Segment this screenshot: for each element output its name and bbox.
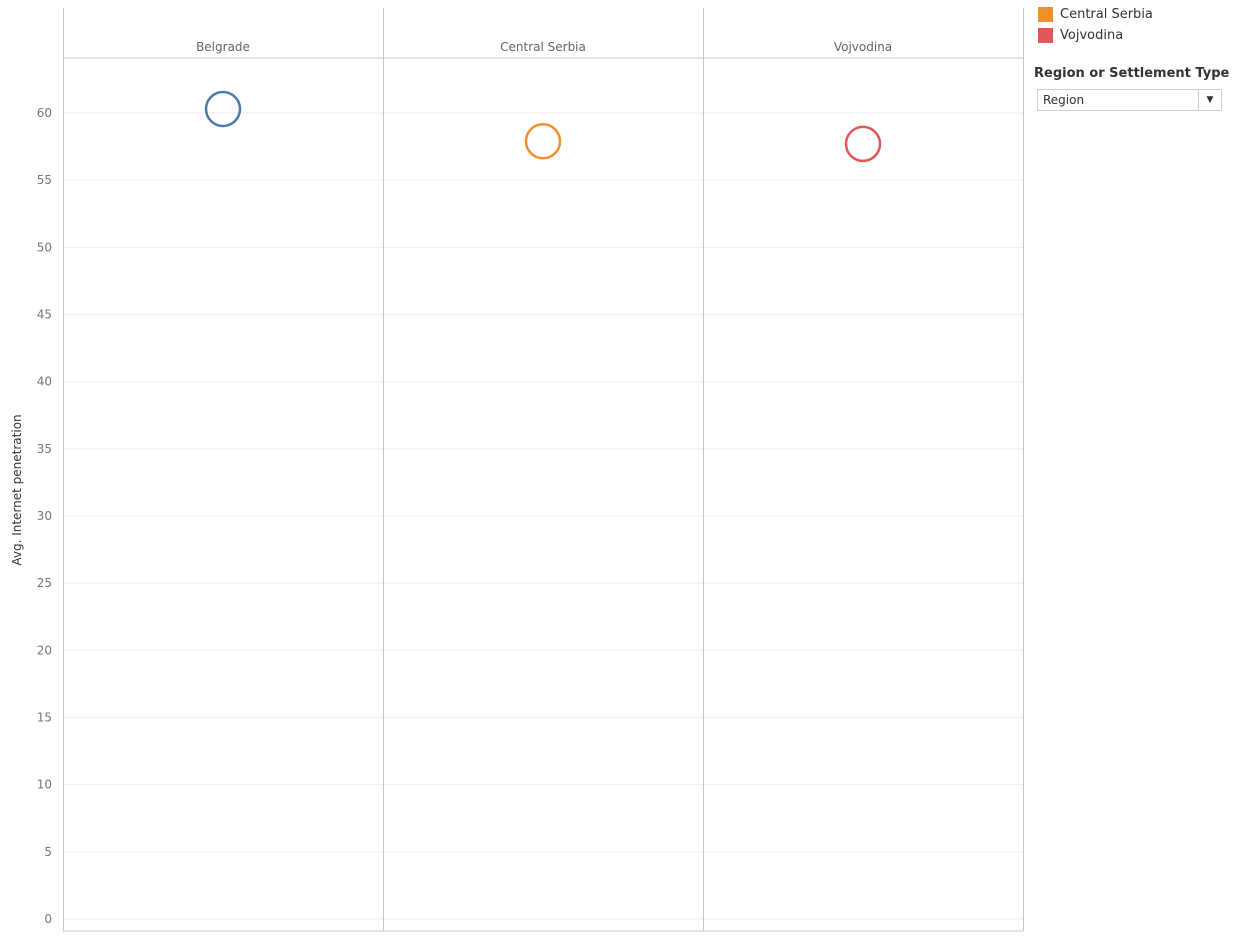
legend-label-central-serbia: Central Serbia [1060,7,1153,22]
chevron-down-icon[interactable]: ▼ [1198,90,1221,110]
legend-swatch-central-serbia [1038,7,1053,22]
y-tick-label-55: 55 [37,173,52,187]
y-tick-label-10: 10 [37,778,52,792]
y-tick-label-15: 15 [37,711,52,725]
y-axis-label: Avg. Internet penetration [10,414,24,565]
y-tick-label-0: 0 [44,912,52,926]
data-point-central-serbia[interactable] [524,122,562,160]
chart: Belgrade Central Serbia Vojvodina 0 5 10 15 20… [10,8,1024,932]
y-tick-label-30: 30 [37,509,52,523]
column-header-central-serbia: Central Serbia [500,40,586,54]
legend-swatch-vojvodina [1038,28,1053,43]
y-axis-ticks: 0 5 10 15 20 25 30 35 40 45 50 55 60 [37,106,52,926]
y-tick-label-25: 25 [37,576,52,590]
column-headers: Belgrade Central Serbia Vojvodina [196,40,892,54]
y-tick-label-40: 40 [37,375,52,389]
column-header-belgrade: Belgrade [196,40,250,54]
color-legend: Central Serbia Vojvodina [1038,4,1233,46]
legend-label-vojvodina: Vojvodina [1060,28,1124,43]
chart-frame [63,57,1023,932]
data-point-vojvodina[interactable] [844,125,882,163]
y-tick-label-45: 45 [37,308,52,322]
dropdown-selected-value: Region [1043,93,1085,107]
y-tick-label-60: 60 [37,106,52,120]
legend-item-vojvodina[interactable]: Vojvodina [1038,25,1233,46]
y-tick-label-5: 5 [44,845,52,859]
region-type-dropdown[interactable]: Region ▼ [1037,89,1222,111]
legend-item-central-serbia[interactable]: Central Serbia [1038,4,1233,25]
data-point-belgrade[interactable] [204,90,242,128]
filter-title: Region or Settlement Type [1034,66,1230,81]
y-tick-label-20: 20 [37,643,52,657]
y-tick-label-35: 35 [37,442,52,456]
column-header-vojvodina: Vojvodina [834,40,892,54]
data-marks [204,90,882,163]
grid-lines [63,112,1023,920]
y-tick-label-50: 50 [37,240,52,254]
